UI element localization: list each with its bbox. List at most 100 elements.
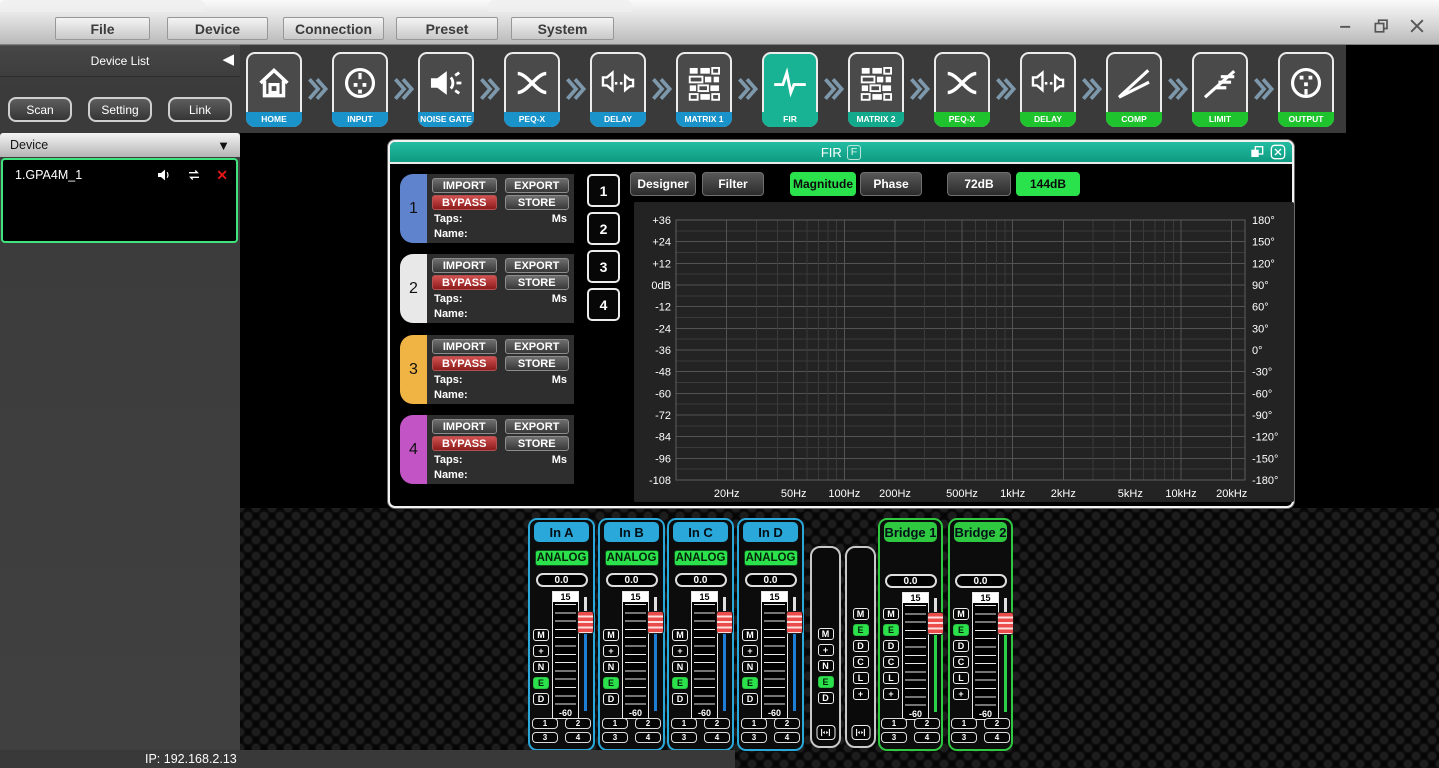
remove-icon[interactable]: ✕: [216, 168, 228, 182]
chain-delay-2[interactable]: DELAY: [1020, 52, 1076, 127]
fir-channel-select-2[interactable]: 2: [587, 212, 620, 245]
fir-tab-designer[interactable]: Designer: [630, 172, 696, 196]
strip-button-e[interactable]: E: [853, 624, 869, 636]
fir-ch2-import-button[interactable]: IMPORT: [432, 258, 497, 273]
strip-button-d[interactable]: D: [953, 640, 969, 652]
fir-window-titlebar[interactable]: FIR F: [390, 142, 1292, 164]
chain-matrix-1[interactable]: MATRIX 1: [676, 52, 732, 127]
strip-button-e[interactable]: E: [818, 676, 834, 688]
routing-button-1[interactable]: 1: [532, 718, 558, 729]
analog-source-badge[interactable]: ANALOG: [744, 550, 798, 566]
gain-display[interactable]: 0.0: [885, 574, 937, 588]
fir-channel-tab-3[interactable]: 3: [400, 335, 427, 404]
strip-button-m[interactable]: M: [533, 629, 549, 641]
strip-button-n[interactable]: N: [672, 661, 688, 673]
routing-button-1[interactable]: 1: [741, 718, 767, 729]
close-button[interactable]: [1404, 14, 1430, 38]
strip-button-c[interactable]: C: [953, 656, 969, 668]
routing-button-2[interactable]: 2: [704, 718, 730, 729]
strip-button-d[interactable]: D: [672, 693, 688, 705]
menu-device[interactable]: Device: [167, 17, 268, 40]
analog-source-badge[interactable]: ANALOG: [605, 550, 659, 566]
strip-button-e[interactable]: E: [533, 677, 549, 689]
strip-button-d[interactable]: D: [883, 640, 899, 652]
strip-button-m[interactable]: M: [818, 628, 834, 640]
fir-tab-144db[interactable]: 144dB: [1016, 172, 1080, 196]
strip-button-plus[interactable]: +: [953, 688, 969, 700]
routing-button-3[interactable]: 3: [951, 732, 977, 743]
fir-ch1-import-button[interactable]: IMPORT: [432, 178, 497, 193]
routing-button-4[interactable]: 4: [565, 732, 591, 743]
fir-tab-phase[interactable]: Phase: [860, 172, 922, 196]
analog-source-badge[interactable]: ANALOG: [674, 550, 728, 566]
routing-button-3[interactable]: 3: [602, 732, 628, 743]
chain-limit-2[interactable]: LIMIT: [1192, 52, 1248, 127]
strip-button-d[interactable]: D: [853, 640, 869, 652]
duplicate-window-button[interactable]: [1249, 144, 1265, 160]
chain-peq-x-2[interactable]: PEQ-X: [934, 52, 990, 127]
fir-ch3-store-button[interactable]: STORE: [505, 356, 570, 371]
fader-handle[interactable]: [577, 611, 594, 634]
fir-ch4-export-button[interactable]: EXPORT: [505, 419, 570, 434]
routing-button-2[interactable]: 2: [565, 718, 591, 729]
fir-channel-tab-1[interactable]: 1: [400, 174, 427, 243]
gain-display[interactable]: 0.0: [955, 574, 1007, 588]
strip-button-e[interactable]: E: [742, 677, 758, 689]
fir-ch1-store-button[interactable]: STORE: [505, 195, 570, 210]
strip-button-m[interactable]: M: [853, 608, 869, 620]
strip-button-m[interactable]: M: [883, 608, 899, 620]
fir-ch4-store-button[interactable]: STORE: [505, 436, 570, 451]
fir-channel-select-3[interactable]: 3: [587, 250, 620, 283]
fir-channel-tab-4[interactable]: 4: [400, 415, 427, 484]
menu-file[interactable]: File: [55, 17, 150, 40]
strip-button-n[interactable]: N: [533, 661, 549, 673]
routing-button-1[interactable]: 1: [951, 718, 977, 729]
chain-home[interactable]: HOME: [246, 52, 302, 127]
routing-button-1[interactable]: 1: [671, 718, 697, 729]
fir-channel-select-1[interactable]: 1: [587, 174, 620, 207]
collapse-left-icon[interactable]: ◀: [222, 52, 234, 67]
strip-button-plus[interactable]: +: [672, 645, 688, 657]
routing-button-4[interactable]: 4: [984, 732, 1010, 743]
fir-tab-72db[interactable]: 72dB: [947, 172, 1011, 196]
fader-handle[interactable]: [997, 612, 1014, 635]
routing-button-4[interactable]: 4: [635, 732, 661, 743]
strip-button-plus[interactable]: +: [742, 645, 758, 657]
fir-ch2-export-button[interactable]: EXPORT: [505, 258, 570, 273]
fir-ch3-import-button[interactable]: IMPORT: [432, 339, 497, 354]
routing-button-4[interactable]: 4: [774, 732, 800, 743]
routing-button-4[interactable]: 4: [914, 732, 940, 743]
strip-button-c[interactable]: C: [883, 656, 899, 668]
fir-ch2-bypass-button[interactable]: BYPASS: [432, 275, 497, 290]
routing-button-4[interactable]: 4: [704, 732, 730, 743]
fir-ch1-bypass-button[interactable]: BYPASS: [432, 195, 497, 210]
routing-button-3[interactable]: 3: [532, 732, 558, 743]
fir-channel-tab-2[interactable]: 2: [400, 254, 427, 323]
restore-button[interactable]: [1369, 14, 1395, 38]
strip-button-m[interactable]: M: [953, 608, 969, 620]
strip-button-m[interactable]: M: [742, 629, 758, 641]
chain-fir[interactable]: FIR: [762, 52, 818, 127]
menu-preset[interactable]: Preset: [396, 17, 498, 40]
routing-button-2[interactable]: 2: [774, 718, 800, 729]
fir-tab-filter[interactable]: Filter: [702, 172, 764, 196]
gain-display[interactable]: 0.0: [675, 573, 727, 587]
strip-button-e[interactable]: E: [603, 677, 619, 689]
fader-handle[interactable]: [786, 611, 803, 634]
strip-button-m[interactable]: M: [603, 629, 619, 641]
routing-button-1[interactable]: 1: [602, 718, 628, 729]
strip-button-plus[interactable]: +: [883, 688, 899, 700]
strip-button-plus[interactable]: +: [818, 644, 834, 656]
sidebar-button-setting[interactable]: Setting: [88, 97, 152, 122]
fader-link-button[interactable]: [816, 725, 835, 740]
routing-button-3[interactable]: 3: [671, 732, 697, 743]
sidebar-button-scan[interactable]: Scan: [8, 97, 72, 122]
fader-link-button[interactable]: [851, 725, 870, 740]
chain-comp-2[interactable]: COMP: [1106, 52, 1162, 127]
chain-delay[interactable]: DELAY: [590, 52, 646, 127]
routing-button-2[interactable]: 2: [635, 718, 661, 729]
strip-button-d[interactable]: D: [818, 692, 834, 704]
chain-peq-x[interactable]: PEQ-X: [504, 52, 560, 127]
fader-handle[interactable]: [647, 611, 664, 634]
fader-handle[interactable]: [927, 612, 944, 635]
